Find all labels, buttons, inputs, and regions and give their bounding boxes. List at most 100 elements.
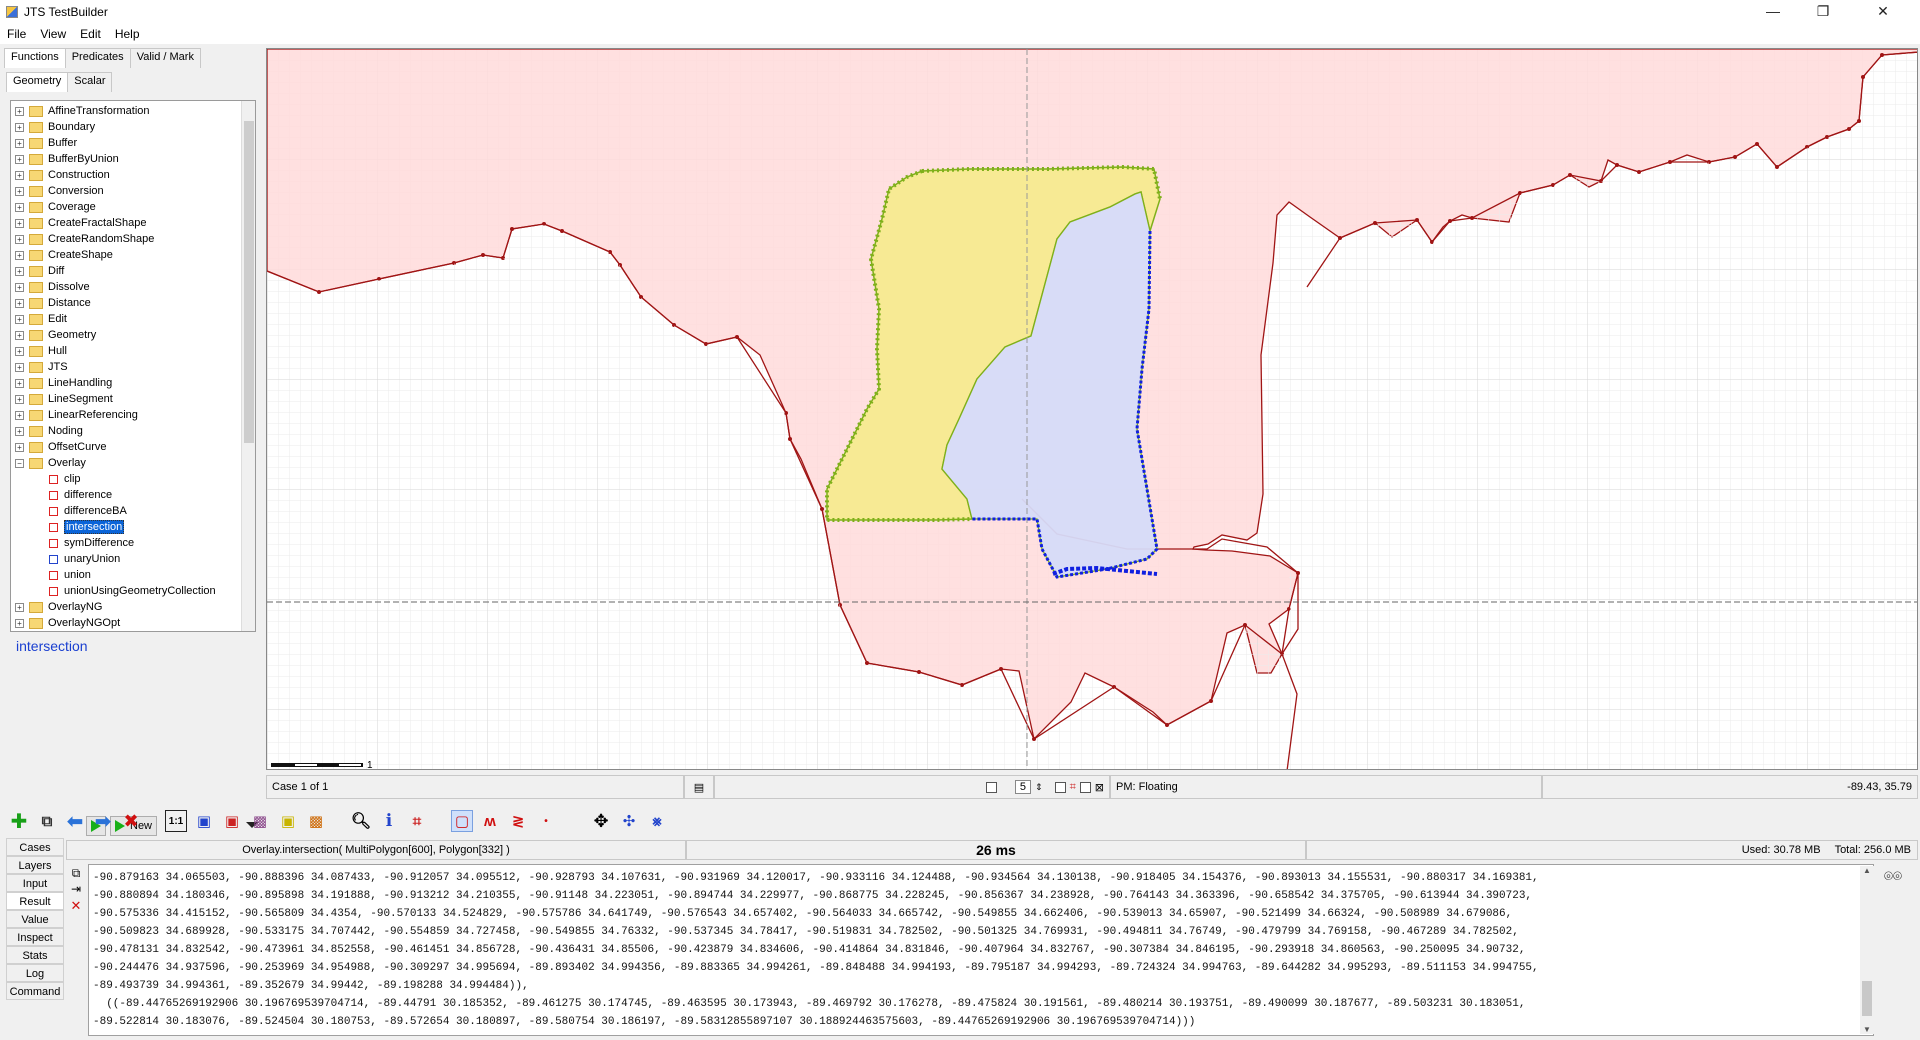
tab-input[interactable]: Input [6, 874, 64, 892]
zoom-to-full-icon[interactable]: ▩ [305, 810, 327, 832]
tree-scroll-thumb[interactable] [244, 121, 254, 443]
expander-icon[interactable]: + [15, 138, 24, 148]
tree-category[interactable]: + CreateFractalShape [11, 215, 255, 231]
info-icon[interactable]: ℹ [378, 810, 400, 832]
expander-icon[interactable]: + [15, 378, 24, 388]
tab-log[interactable]: Log [6, 964, 64, 982]
expander-icon[interactable]: + [15, 106, 24, 116]
tree-category[interactable]: + LinearReferencing [11, 407, 255, 423]
expander-icon[interactable]: + [15, 234, 24, 244]
delete-case-icon[interactable]: ✖ [120, 810, 142, 832]
next-case-icon[interactable]: ➡ [92, 810, 114, 833]
close-button[interactable]: ✕ [1860, 0, 1906, 24]
expander-icon[interactable]: + [15, 266, 24, 276]
copy-result-icon[interactable]: ⧉ [68, 866, 84, 882]
delete-vertex-icon[interactable]: ⨳ [646, 810, 668, 832]
result-scrollbar[interactable]: ▲ ▼ [1860, 866, 1874, 1034]
expander-icon[interactable]: + [15, 442, 24, 452]
tab-cases[interactable]: Cases [6, 838, 64, 856]
tab-inspect[interactable]: Inspect [6, 928, 64, 946]
tree-function[interactable]: symDifference [11, 535, 255, 551]
binoculars-icon[interactable]: ⌾⌾ [1884, 868, 1902, 885]
menu-help[interactable]: Help [108, 27, 147, 41]
copy-case-icon[interactable]: ⧉ [36, 810, 58, 832]
tree-category[interactable]: + Coverage [11, 199, 255, 215]
tree-category[interactable]: + CreateShape [11, 247, 255, 263]
tree-category[interactable]: + LineHandling [11, 375, 255, 391]
tab-functions[interactable]: Functions [4, 48, 66, 68]
scroll-up-icon[interactable]: ▲ [1860, 866, 1874, 875]
precision-spinner[interactable]: 5 [1014, 780, 1032, 794]
draw-line-icon[interactable]: ≷ [507, 810, 529, 832]
menu-edit[interactable]: Edit [73, 27, 108, 41]
tab-scalar[interactable]: Scalar [67, 72, 113, 92]
show-labels-checkbox[interactable] [1079, 781, 1091, 793]
tree-category[interactable]: + Noding [11, 423, 255, 439]
tree-category[interactable]: + Dissolve [11, 279, 255, 295]
expander-icon[interactable]: + [15, 394, 24, 404]
zoom-to-b-icon[interactable]: ▣ [221, 810, 243, 832]
tab-result[interactable]: Result [6, 892, 64, 910]
menu-view[interactable]: View [33, 27, 73, 41]
minimize-button[interactable]: — [1750, 0, 1796, 24]
expander-icon[interactable]: + [15, 346, 24, 356]
clipboard-icon[interactable]: ▤ [684, 775, 714, 799]
geometry-canvas[interactable]: 1 [266, 48, 1918, 770]
tree-category[interactable]: + OffsetCurve [11, 439, 255, 455]
expander-icon[interactable]: + [15, 154, 24, 164]
tree-category[interactable]: + OverlayNGOpt [11, 615, 255, 631]
tree-category[interactable]: + Boundary [11, 119, 255, 135]
tab-stats[interactable]: Stats [6, 946, 64, 964]
move-vertex-icon[interactable]: ✣ [618, 810, 640, 832]
zoom-to-result-icon[interactable]: ▩ [249, 810, 271, 832]
zoom-to-input-icon[interactable]: ▣ [277, 810, 299, 832]
tree-function[interactable]: unionUsingGeometryCollection [11, 583, 255, 599]
export-result-icon[interactable]: ⇥ [68, 882, 84, 898]
tree-category[interactable]: + LineSegment [11, 391, 255, 407]
previous-case-icon[interactable]: ⬅ [64, 810, 86, 833]
expander-icon[interactable]: + [15, 426, 24, 436]
add-case-icon[interactable]: ✚ [8, 810, 30, 833]
tree-function[interactable]: unaryUnion [11, 551, 255, 567]
tree-category[interactable]: + Construction [11, 167, 255, 183]
expander-icon[interactable]: + [15, 314, 24, 324]
expander-icon[interactable]: + [15, 410, 24, 420]
expander-icon[interactable]: + [15, 298, 24, 308]
expander-icon[interactable]: + [15, 618, 24, 628]
tree-category[interactable]: + Edit [11, 311, 255, 327]
tree-category[interactable]: + OverlayNG [11, 599, 255, 615]
expander-icon[interactable]: + [15, 250, 24, 260]
expander-icon[interactable]: + [15, 202, 24, 212]
expander-icon[interactable]: + [15, 362, 24, 372]
pan-icon[interactable]: ✥ [590, 810, 612, 832]
expander-icon[interactable]: + [15, 282, 24, 292]
tree-function[interactable]: clip [11, 471, 255, 487]
tree-function[interactable]: intersection [11, 519, 255, 535]
tab-valid-mark[interactable]: Valid / Mark [129, 48, 201, 68]
draw-linestring-icon[interactable]: ʍ [479, 810, 501, 832]
expander-icon[interactable]: + [15, 602, 24, 612]
expander-icon[interactable]: + [15, 218, 24, 228]
draw-polygon-icon[interactable]: ▢ [451, 810, 473, 832]
zoom-to-a-icon[interactable]: ▣ [193, 810, 215, 832]
expander-icon[interactable]: + [15, 186, 24, 196]
tree-category[interactable]: + Geometry [11, 327, 255, 343]
menu-file[interactable]: File [0, 27, 33, 41]
tree-category[interactable]: − Overlay [11, 455, 255, 471]
tree-category[interactable]: + JTS [11, 359, 255, 375]
tree-category[interactable]: + BufferByUnion [11, 151, 255, 167]
zoom-one-to-one-icon[interactable]: 1:1 [165, 810, 187, 832]
tab-predicates[interactable]: Predicates [64, 48, 131, 68]
expander-icon[interactable]: − [15, 458, 24, 468]
tree-function[interactable]: union [11, 567, 255, 583]
tree-category[interactable]: + Conversion [11, 183, 255, 199]
magnify-icon[interactable]: 🔍︎ [350, 810, 372, 832]
tab-geometry[interactable]: Geometry [6, 72, 69, 92]
tree-category[interactable]: + Hull [11, 343, 255, 359]
tree-category[interactable]: + Diff [11, 263, 255, 279]
tree-category[interactable]: + Buffer [11, 135, 255, 151]
expander-icon[interactable]: + [15, 170, 24, 180]
tree-category[interactable]: + AffineTransformation [11, 103, 255, 119]
tab-layers[interactable]: Layers [6, 856, 64, 874]
draw-point-icon[interactable]: • [535, 810, 557, 832]
